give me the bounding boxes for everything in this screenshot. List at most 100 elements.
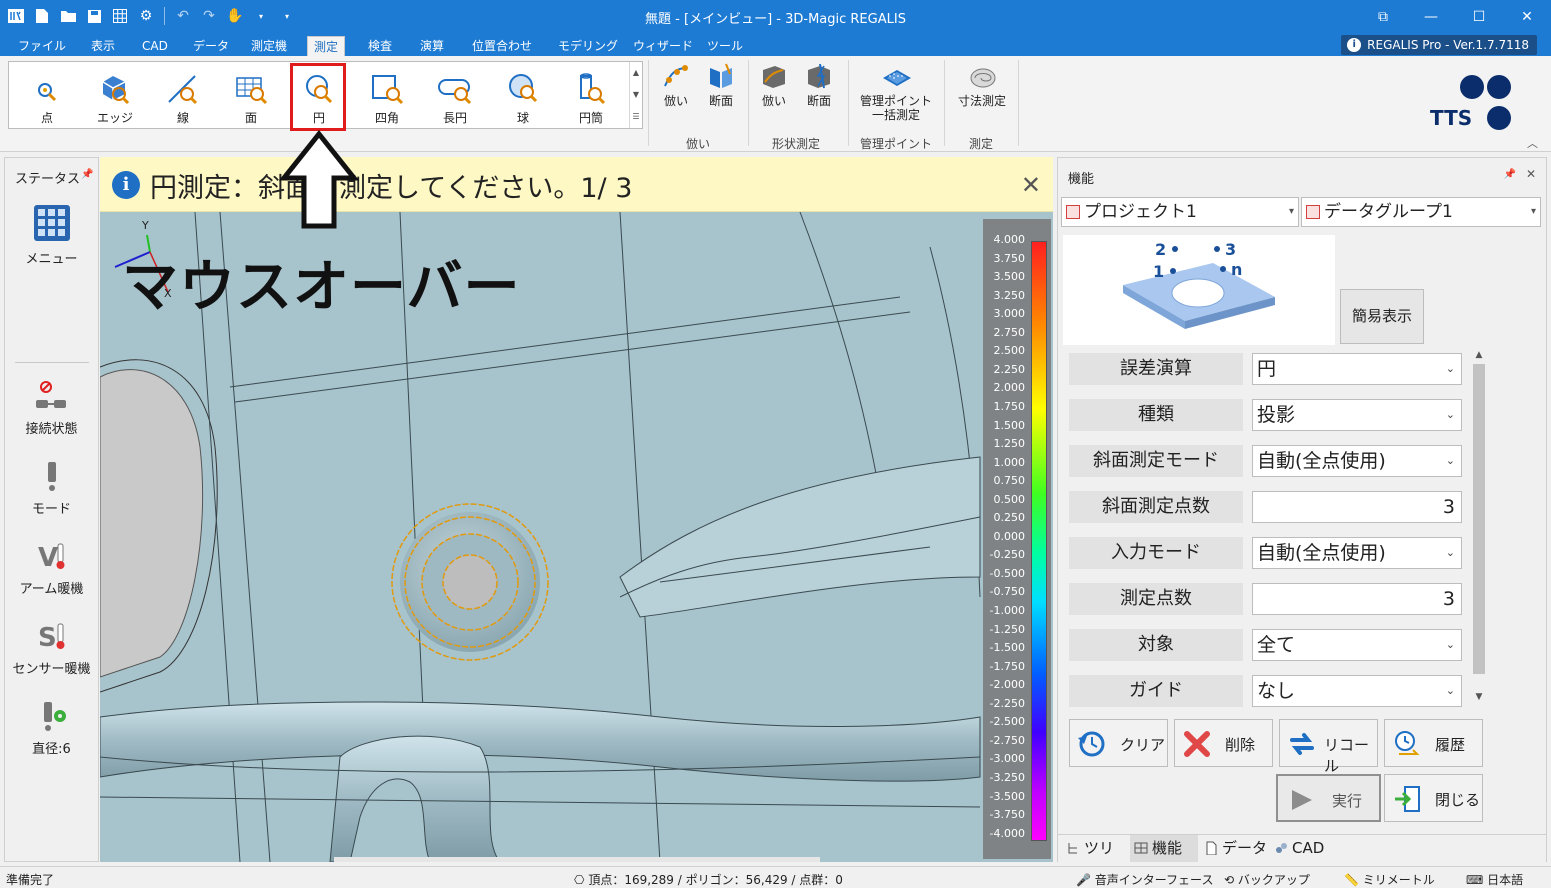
tab-cad-panel[interactable]: CAD [1270,835,1336,862]
narai-section-button[interactable]: 断面 [697,62,745,122]
status-panel: ステータス 📌 メニュー 接続状態 モード V アーム暖機 S センサー暖機 直… [4,157,99,862]
gallery-more-icon[interactable]: ☰ [630,106,642,128]
recall-button[interactable]: リコール [1279,719,1378,775]
gallery-scroll[interactable]: ▲ ▼ ☰ [629,62,642,128]
tab-measure[interactable]: 測定 [307,36,346,56]
execute-button[interactable]: 実行 [1276,774,1381,822]
gallery-edge[interactable]: エッジ [85,68,145,128]
info-message: 円測定：斜面を測定してください。1/ 3 [150,173,633,204]
mode-status[interactable]: モード [5,460,98,517]
gallery-slot[interactable]: 長円 [425,68,485,128]
property-number-input[interactable]: 3 [1252,583,1462,615]
tab-tree[interactable]: ツリー [1062,835,1128,884]
status-voice[interactable]: 🎤 音声インターフェース [1076,871,1213,888]
property-select[interactable]: 自動(全点使用) ⌄ [1252,445,1462,477]
chevron-down-icon: ⌄ [1445,362,1455,375]
narai-trace-button[interactable]: 倣い [652,62,700,122]
scroll-down-icon[interactable]: ▼ [1472,692,1486,702]
gallery-down-icon[interactable]: ▼ [630,84,642,106]
tab-data[interactable]: データ [187,36,235,56]
close-icon[interactable]: ✕ [1503,0,1551,33]
property-select[interactable]: なし ⌄ [1252,675,1462,707]
tab-calc[interactable]: 演算 [414,36,450,56]
exit-door-icon [1395,786,1420,812]
close-button[interactable]: 閉じる [1384,774,1483,822]
gallery-up-icon[interactable]: ▲ [630,62,642,84]
execute-label: 実行 [1332,792,1363,810]
gallery-sphere[interactable]: 球 [493,68,553,128]
gallery-rectangle[interactable]: 四角 [357,68,417,128]
pin-icon[interactable]: 📌 [81,169,93,180]
trace-icon [664,65,688,87]
shape-section-button[interactable]: 断面 [795,62,843,122]
tab-data-label: データ [1222,839,1268,857]
property-scrollbar[interactable]: ▲ ▼ [1472,350,1486,706]
datagroup-select[interactable]: データグループ1 ▾ [1301,197,1541,227]
property-label: 入力モード [1069,537,1243,569]
property-select[interactable]: 全て ⌄ [1252,629,1462,661]
gallery-sphere-label: 球 [516,111,529,125]
tab-alignment[interactable]: 位置合わせ [466,36,538,56]
delete-button[interactable]: 削除 [1174,719,1273,767]
arm-warmup-status[interactable]: V アーム暖機 [5,540,98,597]
tab-machine[interactable]: 測定機 [245,36,293,56]
gallery-line[interactable]: 線 [153,68,213,128]
status-backup[interactable]: ⟲ バックアップ [1224,871,1310,888]
maximize-icon[interactable]: ☐ [1455,0,1503,33]
tab-view[interactable]: 表示 [85,36,121,56]
chevron-down-icon: ⌄ [1445,684,1455,697]
pin-icon[interactable]: 📌 [1504,169,1516,180]
property-value: 全て [1257,634,1296,656]
scale-label: -1.500 [989,641,1025,655]
dimension-measure-button[interactable]: 寸法測定 [952,62,1012,122]
shape-trace-button[interactable]: 倣い [750,62,798,122]
history-button[interactable]: 履歴 [1384,719,1483,767]
tab-data-panel[interactable]: データ [1200,835,1270,862]
project-select[interactable]: プロジェクト1 ▾ [1061,197,1299,227]
close-panel-icon[interactable]: ✕ [1526,167,1536,181]
status-menu-button[interactable]: メニュー [5,204,98,267]
status-unit[interactable]: 📏 ミリメートル [1344,871,1435,888]
tab-file[interactable]: ファイル [12,36,72,56]
property-select[interactable]: 自動(全点使用) ⌄ [1252,537,1462,569]
scale-label: -0.750 [989,585,1025,599]
tab-modeling[interactable]: モデリング [552,36,624,56]
gallery-plane[interactable]: 面 [221,68,281,128]
group-label-narai: 倣い [685,137,710,151]
collapse-ribbon-icon[interactable]: ︿ [1527,135,1538,151]
scale-label: -2.250 [989,696,1025,710]
status-panel-title: ステータス [15,172,81,187]
tab-cad[interactable]: CAD [136,36,174,56]
connection-status[interactable]: 接続状態 [5,380,98,437]
tab-tools[interactable]: ツール [701,36,749,56]
minimize-icon[interactable]: — [1407,0,1455,33]
mgmt-point-batch-button[interactable]: 管理ポイント 一括測定 [858,62,934,122]
datagroup-icon [1306,205,1320,219]
connection-status-label: 接続状態 [25,422,78,437]
tab-wizard[interactable]: ウィザード [627,36,699,56]
sensor-warmup-status[interactable]: S センサー暖機 [5,620,98,677]
diameter-status[interactable]: 直径:6 [5,700,98,757]
scale-label: -2.750 [989,733,1025,747]
clear-button[interactable]: クリア [1069,719,1168,767]
gallery-point[interactable]: 点 [17,68,77,128]
version-badge: i REGALIS Pro - Ver.1.7.7118 [1341,35,1537,55]
close-info-icon[interactable]: ✕ [1021,171,1041,199]
status-language[interactable]: ⌨ 日本語 [1466,871,1523,888]
property-number-input[interactable]: 3 [1252,491,1462,523]
microphone-icon: 🎤 [1076,873,1091,887]
panel-bottom-tabs: ツリー 機能 データ CAD [1058,834,1546,884]
scroll-thumb[interactable] [1473,364,1485,674]
scroll-up-icon[interactable]: ▲ [1472,350,1486,360]
property-select[interactable]: 円 ⌄ [1252,353,1462,385]
property-select[interactable]: 投影 ⌄ [1252,399,1462,431]
gallery-cylinder[interactable]: 円筒 [561,68,621,128]
main-3d-viewport[interactable]: Y X i 円測定：斜面を測定してください。1/ 3 ✕ マウスオーバー 4.0… [100,157,1053,862]
scale-label: 4.000 [993,233,1026,246]
simple-view-button[interactable]: 簡易表示 [1340,289,1424,344]
panel-divider [15,362,89,363]
restore-ribbon-icon[interactable]: ⧉ [1359,0,1407,33]
tab-inspect[interactable]: 検査 [362,36,398,56]
tab-function[interactable]: 機能 [1130,835,1198,862]
gallery-edge-label: エッジ [96,111,133,125]
